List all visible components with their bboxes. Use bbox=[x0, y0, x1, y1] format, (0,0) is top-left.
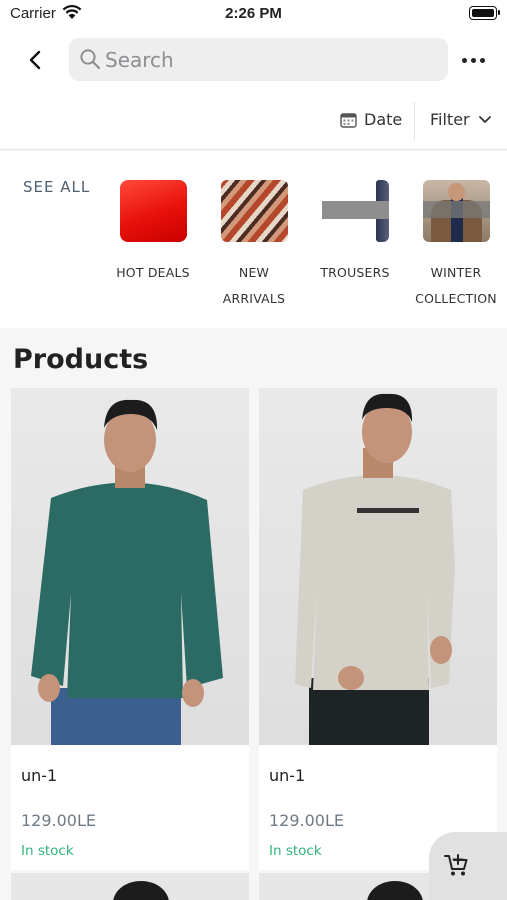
calendar-icon bbox=[340, 112, 357, 128]
sweater bbox=[31, 482, 223, 698]
category-new-arrivals[interactable]: NEW ARRIVALS bbox=[204, 180, 304, 312]
stock-status: In stock bbox=[21, 843, 74, 859]
top-bar: Date Filter bbox=[0, 28, 507, 150]
more-options-button[interactable] bbox=[462, 50, 488, 70]
category-thumbnail bbox=[422, 180, 490, 242]
stock-status: In stock bbox=[269, 843, 322, 859]
product-card[interactable]: un-1 129.00LE In stock bbox=[259, 388, 497, 870]
product-price: 129.00LE bbox=[21, 811, 97, 830]
clock: 2:26 PM bbox=[225, 5, 282, 22]
add-to-cart-icon bbox=[444, 854, 468, 876]
sort-by-date-button[interactable]: Date bbox=[340, 110, 402, 129]
battery-icon bbox=[469, 6, 500, 20]
search-icon bbox=[80, 49, 101, 70]
cart-button[interactable] bbox=[429, 832, 507, 900]
category-trousers[interactable]: TROUSERS bbox=[305, 180, 405, 286]
status-bar: Carrier 2:26 PM bbox=[0, 0, 507, 28]
product-card[interactable]: un-1 129.00LE In stock bbox=[11, 388, 249, 870]
filter-button[interactable]: Filter bbox=[430, 110, 492, 129]
product-image bbox=[259, 388, 497, 745]
category-label: WINTER bbox=[430, 265, 482, 280]
category-label: HOT DEALS bbox=[116, 265, 190, 280]
category-winter-collection[interactable]: WINTER COLLECTION bbox=[406, 180, 506, 312]
category-thumbnail bbox=[321, 180, 389, 242]
back-button[interactable] bbox=[22, 46, 50, 74]
sort-label: Date bbox=[364, 110, 403, 129]
category-thumbnail bbox=[220, 180, 288, 242]
product-name: un-1 bbox=[21, 766, 58, 785]
product-name: un-1 bbox=[269, 766, 306, 785]
product-card-partial[interactable] bbox=[11, 873, 249, 900]
divider bbox=[414, 102, 415, 140]
product-price: 129.00LE bbox=[269, 811, 345, 830]
search-input[interactable] bbox=[105, 38, 435, 81]
see-all-link[interactable]: SEE ALL bbox=[23, 178, 90, 196]
category-strip: SEE ALL HOT DEALS NEW ARRIVALS TROUSERS W… bbox=[0, 151, 507, 328]
more-icon bbox=[462, 57, 467, 63]
back-chevron-icon bbox=[29, 50, 41, 70]
category-thumbnail bbox=[119, 180, 187, 242]
app-screen: Carrier 2:26 PM Date Filter SEE ALL bbox=[0, 0, 507, 900]
category-hot-deals[interactable]: HOT DEALS bbox=[103, 180, 203, 286]
category-label: TROUSERS bbox=[320, 265, 390, 280]
product-image bbox=[11, 388, 249, 745]
chevron-down-icon bbox=[478, 115, 491, 123]
section-title: Products bbox=[13, 344, 149, 375]
search-bar[interactable] bbox=[69, 38, 448, 81]
filter-label: Filter bbox=[430, 110, 470, 129]
category-label: NEW bbox=[238, 265, 270, 280]
